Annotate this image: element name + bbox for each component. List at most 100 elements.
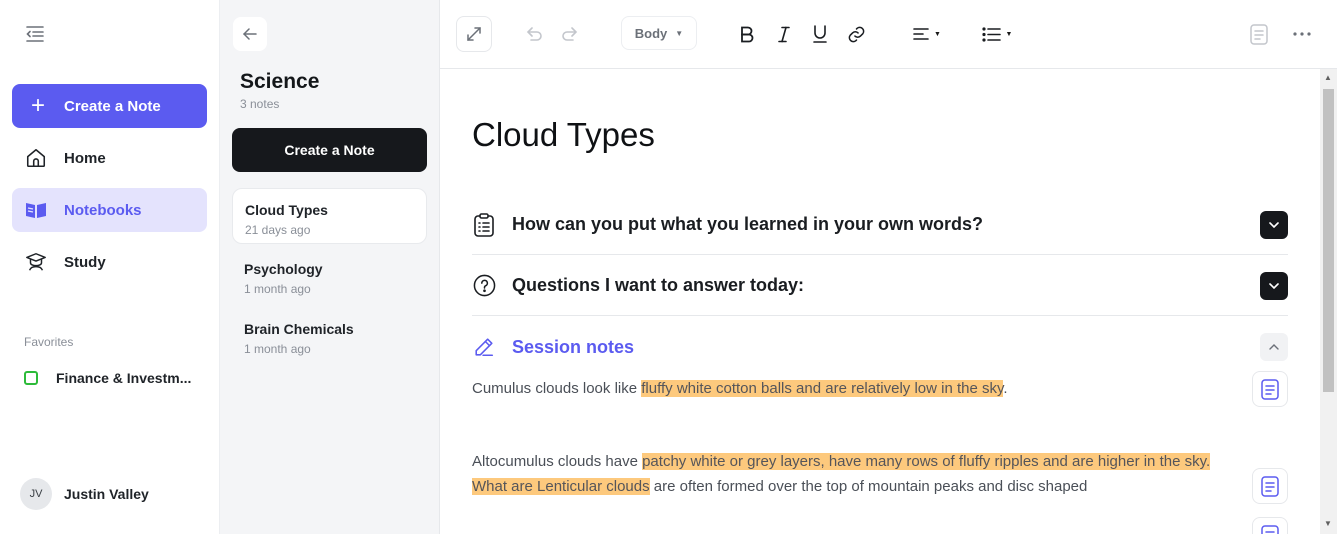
flashcard-button[interactable]: [1252, 371, 1288, 407]
note-details-button[interactable]: [1247, 22, 1271, 46]
section-label: Session notes: [512, 336, 635, 357]
avatar: JV: [20, 478, 52, 510]
link-icon: [848, 26, 864, 42]
section-label: Questions I want to answer today:: [512, 275, 805, 295]
note-paragraph[interactable]: Altocumulus clouds have patchy white or …: [472, 449, 1217, 499]
flashcard-button[interactable]: [1252, 468, 1288, 504]
nav-home-label: Home: [64, 149, 106, 167]
notebook-title: Science: [240, 70, 320, 93]
document-icon: [1250, 23, 1268, 45]
expand-section-button[interactable]: [1260, 271, 1288, 300]
chevron-down-icon: [1269, 221, 1279, 228]
chevron-down-icon: ▼: [1005, 30, 1013, 38]
pencil-icon: [472, 335, 496, 359]
favorites-heading: Favorites: [24, 335, 74, 349]
notebook-icon: [24, 198, 48, 222]
section-own-words[interactable]: How can you put what you learned in your…: [472, 195, 1288, 255]
question-circle-icon: [472, 274, 496, 298]
user-name: Justin Valley: [64, 486, 149, 502]
nav-notebooks-label: Notebooks: [64, 201, 142, 219]
section-session-notes[interactable]: Session notes: [472, 317, 1288, 377]
link-button[interactable]: [844, 22, 868, 46]
notebook-color-icon: [24, 371, 38, 385]
list-dropdown[interactable]: ▼: [979, 22, 1015, 46]
create-note-button-secondary[interactable]: Create a Note: [232, 128, 427, 172]
italic-button[interactable]: [772, 22, 796, 46]
align-left-icon: [913, 28, 929, 40]
underline-button[interactable]: [808, 22, 832, 46]
expand-icon: [467, 27, 481, 41]
nav-notebooks[interactable]: Notebooks: [12, 188, 207, 232]
note-date: 1 month ago: [244, 282, 311, 296]
arrow-left-icon: [243, 28, 257, 40]
paragraph-text: Cumulus clouds look like: [472, 380, 642, 397]
note-list-item[interactable]: Brain Chemicals 1 month ago: [232, 308, 427, 364]
paragraph-text: Altocumulus clouds have: [472, 453, 643, 470]
collapse-sidebar-icon[interactable]: [24, 23, 46, 45]
notebook-note-count: 3 notes: [240, 97, 280, 111]
text-format-select[interactable]: Body ▼: [621, 16, 697, 50]
favorite-item-label: Finance & Investm...: [56, 370, 192, 386]
document-icon: [1261, 524, 1279, 534]
scrollbar[interactable]: ▲ ▼: [1320, 69, 1337, 534]
favorite-item[interactable]: Finance & Investm...: [24, 370, 191, 386]
align-dropdown[interactable]: ▼: [910, 22, 944, 46]
sidebar: + Create a Note Home Notebooks Study Fav…: [0, 0, 220, 534]
note-title: Psychology: [244, 261, 323, 277]
chevron-down-icon: ▼: [934, 30, 941, 38]
paragraph-text: are often formed over the top of mountai…: [649, 478, 1088, 495]
undo-icon: [526, 27, 542, 41]
scrollbar-thumb[interactable]: [1323, 89, 1334, 392]
paragraph-text: .: [1003, 380, 1008, 397]
nav-study[interactable]: Study: [12, 240, 207, 284]
clipboard-list-icon: [472, 212, 496, 237]
document: Cloud Types How can you put what you lea…: [472, 69, 1290, 534]
expand-button[interactable]: [456, 16, 492, 52]
more-horizontal-icon: [1293, 32, 1311, 36]
editor-toolbar: Body ▼ ▼ ▼: [440, 0, 1337, 69]
document-title[interactable]: Cloud Types: [472, 116, 655, 154]
notes-panel: Science 3 notes Create a Note Cloud Type…: [220, 0, 440, 534]
note-date: 21 days ago: [245, 223, 311, 237]
underline-icon: [813, 25, 827, 43]
back-button[interactable]: [233, 17, 267, 51]
editor: Body ▼ ▼ ▼ Cloud Types How can you put w…: [440, 0, 1337, 534]
redo-button[interactable]: [558, 22, 582, 46]
note-list-item[interactable]: Cloud Types 21 days ago: [232, 188, 427, 244]
chevron-down-icon: ▼: [675, 28, 684, 38]
highlighted-text: patchy white or grey layers, have many r…: [642, 453, 1211, 470]
user-profile[interactable]: JV Justin Valley: [20, 478, 149, 510]
plus-icon: +: [30, 92, 45, 119]
bold-icon: [741, 26, 754, 42]
create-note-label: Create a Note: [64, 97, 161, 115]
italic-icon: [778, 26, 790, 42]
redo-icon: [562, 27, 578, 41]
text-format-value: Body: [634, 25, 668, 41]
chevron-down-icon: [1269, 282, 1279, 289]
bullet-list-icon: [981, 26, 1001, 42]
scroll-up-icon[interactable]: ▲: [1324, 73, 1332, 82]
expand-section-button[interactable]: [1260, 210, 1288, 239]
collapse-section-button[interactable]: [1260, 333, 1288, 361]
note-title: Brain Chemicals: [244, 321, 354, 337]
section-questions[interactable]: Questions I want to answer today:: [472, 256, 1288, 316]
note-date: 1 month ago: [244, 342, 311, 356]
note-paragraph[interactable]: Cumulus clouds look like fluffy white co…: [472, 376, 1217, 401]
nav-home[interactable]: Home: [12, 136, 207, 180]
section-label: How can you put what you learned in your…: [512, 214, 984, 234]
home-icon: [24, 146, 48, 170]
graduation-cap-icon: [24, 250, 48, 274]
create-note-button[interactable]: + Create a Note: [12, 84, 207, 128]
flashcard-button[interactable]: [1252, 517, 1288, 534]
document-icon: [1261, 475, 1279, 497]
scroll-down-icon[interactable]: ▼: [1324, 519, 1332, 528]
note-title: Cloud Types: [245, 202, 328, 218]
nav-study-label: Study: [64, 253, 106, 271]
highlighted-text: fluffy white cotton balls and are relati…: [641, 380, 1004, 397]
highlighted-text: What are Lenticular clouds: [472, 478, 650, 495]
bold-button[interactable]: [735, 22, 759, 46]
chevron-up-icon: [1269, 344, 1279, 350]
note-list-item[interactable]: Psychology 1 month ago: [232, 248, 427, 304]
more-options-button[interactable]: [1290, 22, 1314, 46]
undo-button[interactable]: [522, 22, 546, 46]
